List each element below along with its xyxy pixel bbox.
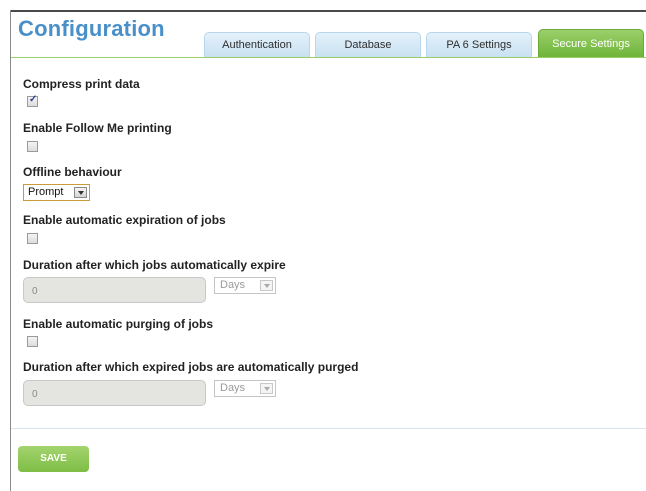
expire-duration-value: 0 <box>32 286 38 297</box>
expire-duration-input[interactable]: 0 <box>23 277 206 303</box>
expire-duration-unit-select[interactable]: Days <box>214 277 276 294</box>
page-header: Configuration Authentication Database PA… <box>11 12 646 57</box>
page-title: Configuration <box>18 16 165 41</box>
compress-label: Compress print data <box>23 77 140 91</box>
chevron-down-icon <box>260 280 273 291</box>
tab-pa6-settings[interactable]: PA 6 Settings <box>426 32 532 57</box>
purging-checkbox[interactable] <box>27 336 38 347</box>
save-button[interactable]: SAVE <box>18 446 89 472</box>
expire-duration-unit: Days <box>220 279 246 291</box>
offline-behaviour-select[interactable]: Prompt <box>23 184 90 201</box>
purge-duration-input[interactable]: 0 <box>23 380 206 406</box>
purge-duration-unit-select[interactable]: Days <box>214 380 276 397</box>
chevron-down-icon <box>260 383 273 394</box>
expiration-checkbox[interactable] <box>27 233 38 244</box>
follow-me-checkbox[interactable] <box>27 141 38 152</box>
purge-duration-value: 0 <box>32 389 38 400</box>
chevron-down-icon <box>74 187 87 198</box>
compress-checkbox[interactable] <box>27 94 38 107</box>
expiration-label: Enable automatic expiration of jobs <box>23 213 226 227</box>
offline-behaviour-label: Offline behaviour <box>23 165 122 179</box>
tab-database[interactable]: Database <box>315 32 421 57</box>
offline-behaviour-value: Prompt <box>28 186 64 198</box>
tab-authentication[interactable]: Authentication <box>204 32 310 57</box>
expire-duration-label: Duration after which jobs automatically … <box>23 258 286 272</box>
purging-label: Enable automatic purging of jobs <box>23 317 214 331</box>
panel-divider <box>11 428 646 429</box>
purge-duration-unit: Days <box>220 382 246 394</box>
tab-secure-settings[interactable]: Secure Settings <box>538 29 644 57</box>
purge-duration-label: Duration after which expired jobs are au… <box>23 360 359 374</box>
follow-me-label: Enable Follow Me printing <box>23 121 172 135</box>
